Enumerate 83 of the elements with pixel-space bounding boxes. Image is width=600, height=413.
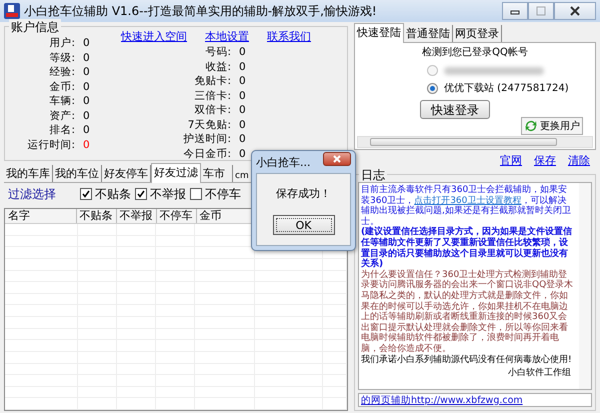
check-icon bbox=[82, 190, 90, 198]
log-text-area[interactable] bbox=[358, 182, 592, 390]
field-label: 7天免贴: bbox=[188, 118, 231, 132]
tab[interactable]: 快速登陆 bbox=[354, 23, 404, 43]
header-link[interactable]: 本地设置 bbox=[205, 29, 249, 44]
account-radio[interactable]: 优优下载站 (2477581724) bbox=[427, 81, 569, 95]
field-value: 0 bbox=[239, 118, 246, 132]
log-link[interactable]: 保存 bbox=[534, 153, 556, 167]
app-icon bbox=[4, 3, 20, 19]
filter-checkbox[interactable]: 不贴条 bbox=[80, 186, 131, 202]
field-label: 等级: bbox=[49, 50, 75, 65]
field-label: 运行时间: bbox=[27, 138, 75, 152]
tab[interactable]: 普通登陆 bbox=[404, 25, 453, 42]
field-value: 0 bbox=[83, 138, 90, 152]
log-link[interactable]: 清除 bbox=[568, 153, 590, 167]
field-value: 0 bbox=[83, 123, 90, 138]
field-value: 0 bbox=[83, 65, 90, 80]
dialog-title: 小白抢车... bbox=[256, 154, 310, 170]
field-label: 双倍卡: bbox=[194, 103, 231, 118]
field-value: 0 bbox=[239, 88, 246, 103]
filter-checkbox[interactable]: 不停车 bbox=[190, 186, 241, 202]
filter-checkbox[interactable]: 不举报 bbox=[135, 186, 186, 202]
field-label: 护送时间: bbox=[183, 132, 231, 146]
log-message: 小白软件工作组 bbox=[507, 368, 571, 379]
field-label: 车辆: bbox=[49, 94, 75, 108]
tab[interactable]: 我的车位 bbox=[53, 165, 102, 182]
field-label: 今日金币: bbox=[183, 146, 231, 161]
switch-user-button[interactable]: 更换用户 bbox=[521, 117, 583, 135]
field-value: 0 bbox=[83, 36, 90, 50]
log-message: 目前主流杀毒软件只有360卫士会拦截辅助，如果安装360卫士，点击打开360卫士设置教程，可以解决辅助出现被拦截问题,如果还是有拦截那就暂时关闭卫士。 bbox=[361, 185, 571, 227]
group-title: 账户信息 bbox=[9, 19, 61, 36]
field-value: 0 bbox=[239, 132, 246, 146]
quick-login-button[interactable]: 快速登录 bbox=[420, 100, 490, 119]
field-label: 用户: bbox=[49, 36, 75, 50]
field-label: 免贴卡: bbox=[194, 74, 231, 88]
dialog-message: 保存成功！ bbox=[276, 186, 331, 201]
check-icon bbox=[137, 190, 145, 198]
tab[interactable]: cm bbox=[233, 170, 251, 182]
column-header: 不举报 bbox=[116, 209, 157, 223]
field-value: 0 bbox=[239, 45, 246, 60]
tutorial-link[interactable]: 点击打开360卫士设置教程 bbox=[414, 196, 522, 206]
ok-button[interactable]: OK bbox=[272, 215, 334, 235]
field-value: 0 bbox=[83, 108, 90, 123]
log-message: (建议设置信任选择目录方式，因为如果是文件设置信任等辅助文件更新了又要重新设置信任比较繁琐，设置目录的话只要辅助放这个目录里就可以更新也没有关系) bbox=[361, 227, 574, 270]
close-icon bbox=[569, 6, 581, 16]
field-value: 0 bbox=[83, 94, 90, 108]
horizontal-scrollbar[interactable] bbox=[357, 136, 593, 148]
log-link[interactable]: 官网 bbox=[500, 153, 522, 167]
field-label: 资产: bbox=[49, 108, 75, 123]
url-field[interactable]: 的网页辅助http://www.xbfzwg.com bbox=[358, 393, 592, 407]
field-label: 经验: bbox=[49, 65, 75, 80]
tab[interactable]: 好友过滤 bbox=[151, 163, 201, 183]
field-value: 0 bbox=[83, 80, 90, 94]
tab[interactable]: 网页登录 bbox=[453, 25, 502, 42]
refresh-icon bbox=[524, 119, 538, 133]
close-button[interactable] bbox=[554, 2, 596, 20]
column-header: 不贴条 bbox=[76, 209, 117, 223]
tab[interactable]: 我的车库 bbox=[4, 165, 53, 182]
field-label: 三倍卡: bbox=[194, 88, 231, 103]
vertical-scrollbar[interactable] bbox=[579, 183, 591, 389]
field-label: 号码: bbox=[205, 45, 231, 60]
field-value: 0 bbox=[239, 103, 246, 118]
login-heading: 检测到您已登录QQ帐号 bbox=[422, 46, 528, 59]
field-value: 0 bbox=[239, 74, 246, 88]
field-label: 收益: bbox=[205, 60, 231, 74]
field-value: 0 bbox=[239, 146, 246, 161]
window-title: 小白抢车位辅助 V1.6--打造最简单实用的辅助-解放双手,愉快游戏! bbox=[24, 2, 378, 20]
header-link[interactable]: 联系我们 bbox=[267, 29, 311, 44]
filter-label: 过滤选择 bbox=[8, 186, 56, 202]
log-message: 我们承诺小白系列辅助源代码没有任何病毒放心使用! bbox=[361, 354, 573, 366]
field-value: 0 bbox=[239, 60, 246, 74]
close-icon bbox=[333, 155, 341, 163]
column-header: 不停车 bbox=[156, 209, 197, 223]
field-label: 排名: bbox=[49, 123, 75, 138]
close-button[interactable] bbox=[323, 152, 351, 166]
minimize-button[interactable] bbox=[502, 2, 528, 20]
column-header: 名字 bbox=[5, 209, 77, 223]
field-value: 0 bbox=[83, 50, 90, 65]
header-link[interactable]: 快速进入空间 bbox=[121, 29, 187, 44]
maximize-icon bbox=[535, 6, 547, 16]
tab[interactable]: 车市 bbox=[201, 165, 233, 182]
field-label: 金币: bbox=[49, 80, 75, 94]
log-message: 为什么要设置信任？360卫士处理方式检测到辅助登录要访问腾讯服务器的会出来一个窗口说非QQ登录木马隐私之类的，默认的处理方式就是删除文件，你如果在的时候可以手动选允许，你如果挂机不在电脑边上的话等辅助刷新或者断线重新连接的时候360又会出窗口提示默认处理就会删除文件，所以等你回来看电脑时候辅助软件都被删除了，浪费时间再开着电脑，会给你造成不便。 bbox=[361, 270, 574, 354]
